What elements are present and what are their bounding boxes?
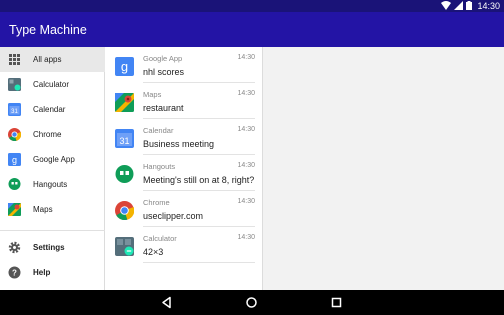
- calculator-icon: [115, 237, 134, 256]
- list-item-text: Meeting's still on at 8, right?: [143, 175, 255, 185]
- grid-icon: [9, 54, 20, 65]
- hangouts-icon: [8, 178, 21, 190]
- app-bar: Type Machine: [0, 12, 504, 47]
- chrome-icon: [115, 201, 134, 220]
- calculator-icon: [8, 78, 21, 91]
- list-item[interactable]: Calculator 14:30 42×3: [105, 227, 263, 263]
- list-item-text: useclipper.com: [143, 211, 204, 221]
- list-item-time: 14:30: [237, 162, 255, 169]
- drawer-item-label: Calendar: [33, 105, 66, 114]
- drawer-item-label: Maps: [33, 205, 53, 214]
- google-app-icon: g: [115, 57, 134, 76]
- drawer-item-label: Hangouts: [33, 180, 68, 189]
- status-bar: 14:30: [0, 0, 504, 12]
- signal-icon: [454, 1, 463, 10]
- drawer-item-calculator[interactable]: Calculator: [0, 72, 105, 97]
- drawer-item-label: All apps: [33, 55, 62, 64]
- list-item-text: Business meeting: [143, 139, 215, 149]
- detail-pane: [264, 47, 504, 290]
- nav-bar: [0, 290, 504, 315]
- navigation-drawer: All apps Calculator 31 Calendar Chrome g…: [0, 47, 105, 290]
- list-item-app: Calculator: [143, 234, 177, 243]
- chrome-icon: [8, 128, 21, 141]
- list-item[interactable]: g Google App 14:30 nhl scores: [105, 47, 263, 83]
- status-time: 14:30: [477, 1, 500, 11]
- list-item-app: Chrome: [143, 198, 170, 207]
- list-item-text: nhl scores: [143, 67, 185, 77]
- drawer-item-all-apps[interactable]: All apps: [0, 47, 105, 72]
- home-icon[interactable]: [245, 296, 258, 309]
- drawer-item-calendar[interactable]: 31 Calendar: [0, 97, 105, 122]
- svg-text:g: g: [121, 59, 128, 74]
- list-item[interactable]: Chrome 14:30 useclipper.com: [105, 191, 263, 227]
- list-item-time: 14:30: [237, 54, 255, 61]
- list-item-text: restaurant: [143, 103, 184, 113]
- divider: [143, 262, 255, 263]
- history-list: g Google App 14:30 nhl scores Maps 14:30…: [105, 47, 263, 290]
- drawer-item-label: Settings: [33, 243, 65, 252]
- hangouts-icon: [115, 165, 134, 183]
- drawer-item-label: Google App: [33, 155, 75, 164]
- list-item-time: 14:30: [237, 234, 255, 241]
- maps-icon: [115, 93, 134, 112]
- drawer-item-label: Calculator: [33, 80, 70, 89]
- list-item-time: 14:30: [237, 126, 255, 133]
- drawer-item-chrome[interactable]: Chrome: [0, 122, 105, 147]
- svg-text:g: g: [12, 155, 17, 165]
- maps-icon: [8, 203, 21, 216]
- drawer-item-label: Help: [33, 268, 51, 277]
- calendar-icon: 31: [115, 129, 134, 148]
- drawer-item-google-app[interactable]: g Google App: [0, 147, 105, 172]
- google-app-icon: g: [8, 153, 21, 166]
- drawer-item-settings[interactable]: Settings: [0, 235, 105, 260]
- gear-icon: [8, 241, 21, 254]
- wifi-icon: [441, 1, 451, 10]
- drawer-item-label: Chrome: [33, 130, 62, 139]
- drawer-divider: [0, 230, 105, 231]
- svg-text:31: 31: [11, 109, 18, 115]
- list-item-app: Calendar: [143, 126, 174, 135]
- list-item-app: Maps: [143, 90, 162, 99]
- drawer-item-hangouts[interactable]: Hangouts: [0, 172, 105, 197]
- list-item[interactable]: Hangouts 14:30 Meeting's still on at 8, …: [105, 155, 263, 191]
- list-item-time: 14:30: [237, 90, 255, 97]
- back-icon[interactable]: [160, 296, 173, 309]
- list-item[interactable]: 31 Calendar 14:30 Business meeting: [105, 119, 263, 155]
- svg-text:?: ?: [12, 269, 17, 278]
- list-item-app: Google App: [143, 54, 183, 63]
- list-item-time: 14:30: [237, 198, 255, 205]
- app-title: Type Machine: [9, 23, 87, 37]
- calendar-icon: 31: [8, 103, 21, 116]
- help-icon: ?: [8, 266, 21, 279]
- drawer-item-help[interactable]: ? Help: [0, 260, 105, 285]
- status-icons: [441, 1, 472, 10]
- list-item-app: Hangouts: [143, 162, 176, 171]
- list-item-text: 42×3: [143, 247, 164, 257]
- battery-icon: [466, 1, 472, 10]
- svg-text:31: 31: [119, 136, 129, 146]
- list-item[interactable]: Maps 14:30 restaurant: [105, 83, 263, 119]
- recents-icon[interactable]: [330, 296, 343, 309]
- drawer-item-maps[interactable]: Maps: [0, 197, 105, 222]
